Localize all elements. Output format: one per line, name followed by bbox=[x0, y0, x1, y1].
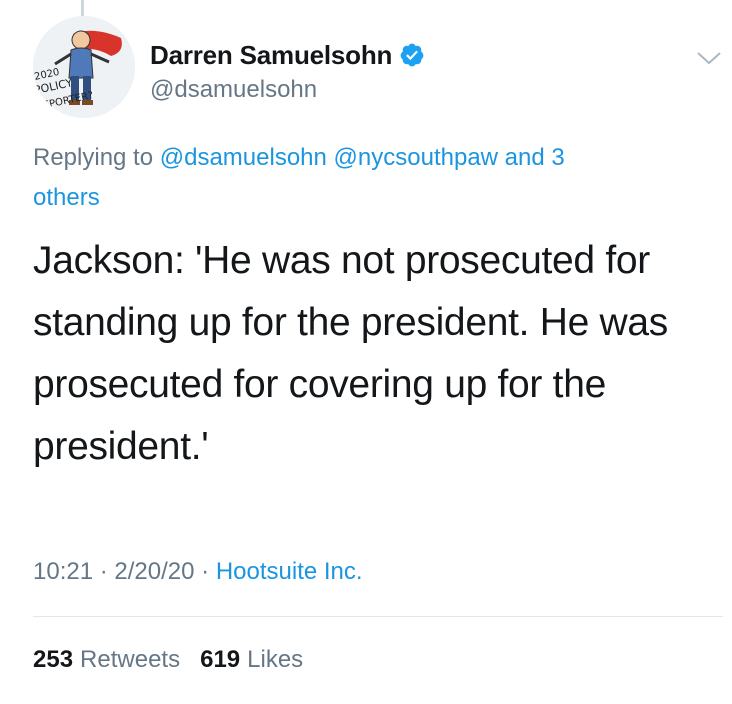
mention-link[interactable]: @dsamuelsohn bbox=[160, 144, 327, 171]
retweets-stat[interactable]: 253 Retweets bbox=[33, 642, 180, 678]
replying-to-line: Replying to @dsamuelsohn @nycsouthpaw an… bbox=[33, 138, 723, 218]
tweet-stats: 253 Retweets 619 Likes bbox=[33, 642, 323, 678]
tweet-source-link[interactable]: Hootsuite Inc. bbox=[216, 558, 363, 585]
chevron-down-icon[interactable] bbox=[695, 48, 723, 68]
display-name[interactable]: Darren Samuelsohn bbox=[150, 40, 392, 71]
verified-badge-icon bbox=[399, 42, 425, 68]
mention-link[interactable]: @nycsouthpaw bbox=[334, 144, 498, 171]
avatar-illustration: 2020 POLICY REPORTER? bbox=[33, 16, 135, 118]
tweet-header: 2020 POLICY REPORTER? Darren Samuelsohn … bbox=[33, 16, 723, 126]
avatar[interactable]: 2020 POLICY REPORTER? bbox=[33, 16, 135, 118]
retweets-count: 253 bbox=[33, 646, 74, 673]
retweets-label: Retweets bbox=[80, 646, 181, 673]
others-link[interactable]: and 3 bbox=[505, 144, 565, 171]
meta-separator: · bbox=[99, 558, 108, 585]
thread-connector-line bbox=[81, 0, 84, 16]
tweet-text-line: standing up for the president. He was bbox=[33, 301, 668, 344]
tweet-text: Jackson: 'He was not prosecuted for stan… bbox=[33, 230, 713, 478]
tweet-date[interactable]: 2/20/20 bbox=[114, 558, 194, 585]
divider bbox=[33, 616, 723, 617]
tweet-text-line: president.' bbox=[33, 425, 209, 468]
meta-separator: · bbox=[201, 558, 210, 585]
name-row: Darren Samuelsohn bbox=[150, 36, 425, 74]
user-info: Darren Samuelsohn @dsamuelsohn bbox=[150, 36, 425, 104]
tweet-meta: 10:21 · 2/20/20 · Hootsuite Inc. bbox=[33, 554, 363, 590]
likes-count: 619 bbox=[200, 646, 241, 673]
tweet-time[interactable]: 10:21 bbox=[33, 558, 93, 585]
others-link-continued[interactable]: others bbox=[33, 184, 100, 211]
likes-stat[interactable]: 619 Likes bbox=[200, 642, 303, 678]
user-handle[interactable]: @dsamuelsohn bbox=[150, 76, 425, 104]
replying-prefix: Replying to bbox=[33, 144, 154, 171]
likes-label: Likes bbox=[247, 646, 304, 673]
tweet-text-line: prosecuted for covering up for the bbox=[33, 363, 606, 406]
tweet-text-line: Jackson: 'He was not prosecuted for bbox=[33, 239, 650, 282]
